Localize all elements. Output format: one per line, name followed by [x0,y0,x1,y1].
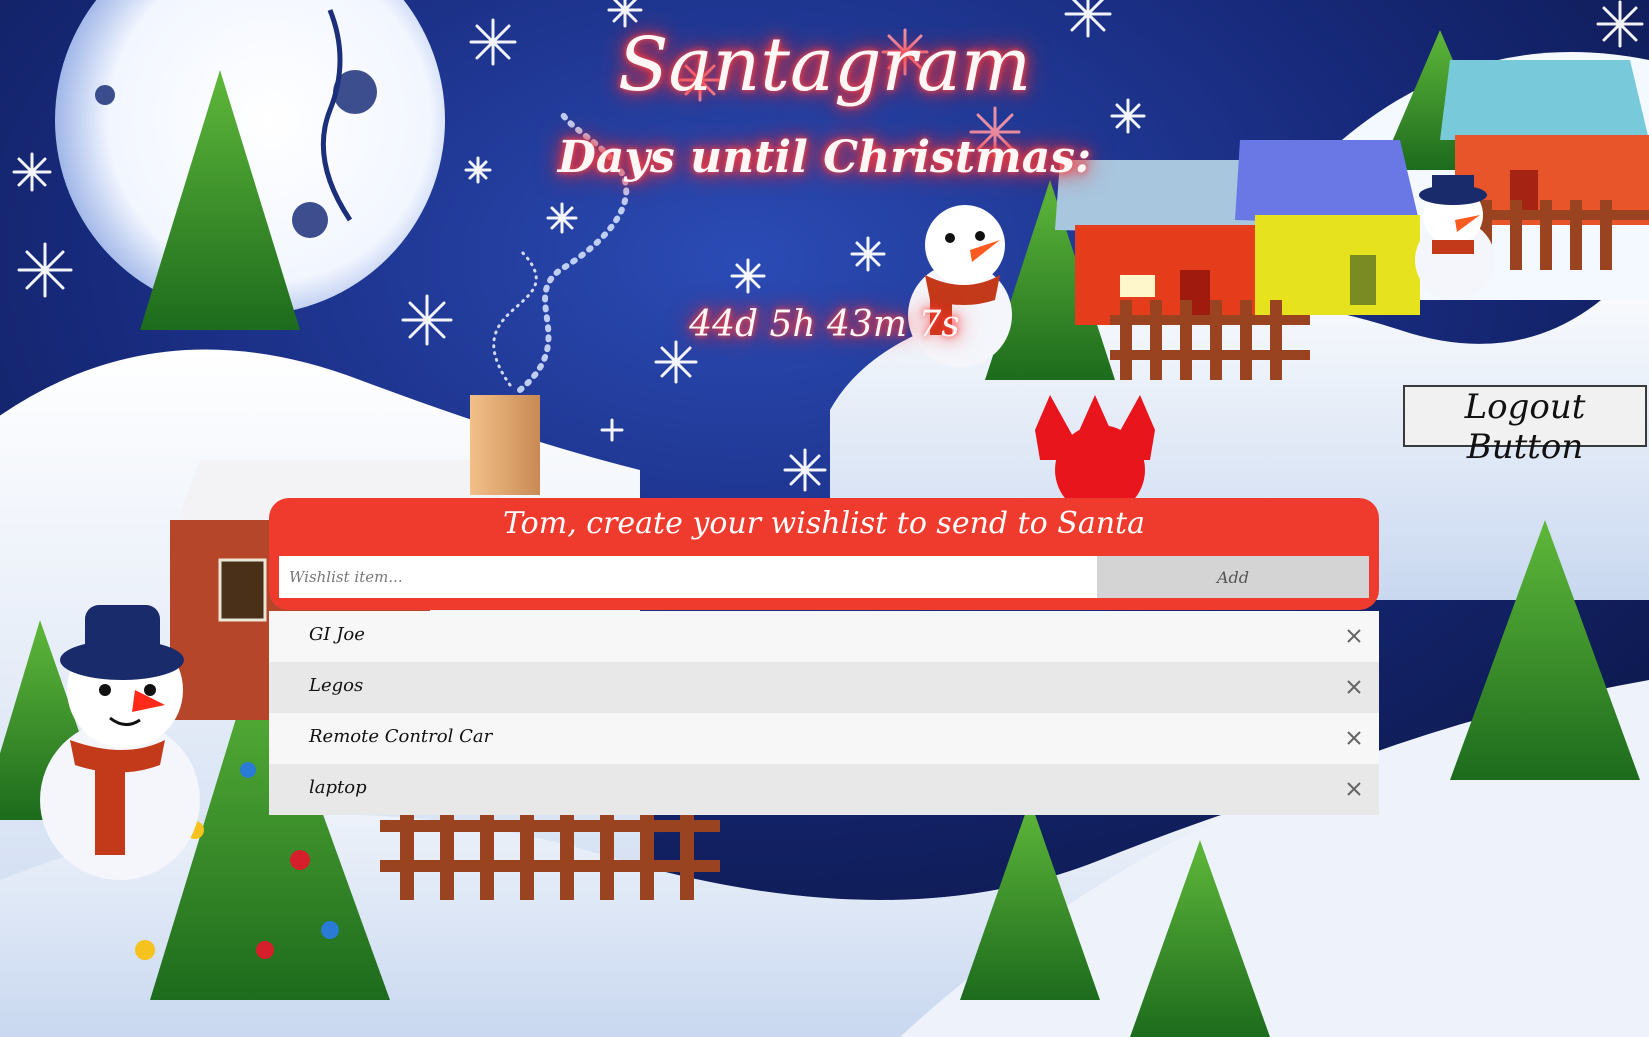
close-icon[interactable] [1337,670,1371,704]
wishlist-item: laptop [269,764,1379,815]
wishlist-item-label: Legos [309,675,364,696]
wishlist-item: Legos [269,662,1379,713]
close-icon[interactable] [1337,619,1371,653]
wishlist-form: Tom, create your wishlist to send to San… [269,498,1379,610]
countdown-label: Days until Christmas: [557,132,1092,183]
page: Santagram Days until Christmas: 44d 5h 4… [0,0,1649,1037]
add-button[interactable]: Add [1097,556,1369,598]
wishlist-item-label: Remote Control Car [309,726,493,747]
app-title: Santagram [617,22,1032,108]
logout-button[interactable]: Logout Button [1403,385,1647,467]
wishlist-heading: Tom, create your wishlist to send to San… [503,506,1145,541]
close-icon[interactable] [1337,721,1371,755]
countdown-timer: 44d 5h 43m 7s [689,304,960,345]
wishlist-item-label: GI Joe [309,624,365,645]
wishlist-item: GI Joe [269,611,1379,662]
wishlist-item-label: laptop [309,777,367,798]
wishlist: GI Joe Legos Remote Control Car laptop [269,611,1379,815]
wishlist-item: Remote Control Car [269,713,1379,764]
wishlist-item-input[interactable] [279,556,1097,598]
close-icon[interactable] [1337,772,1371,806]
